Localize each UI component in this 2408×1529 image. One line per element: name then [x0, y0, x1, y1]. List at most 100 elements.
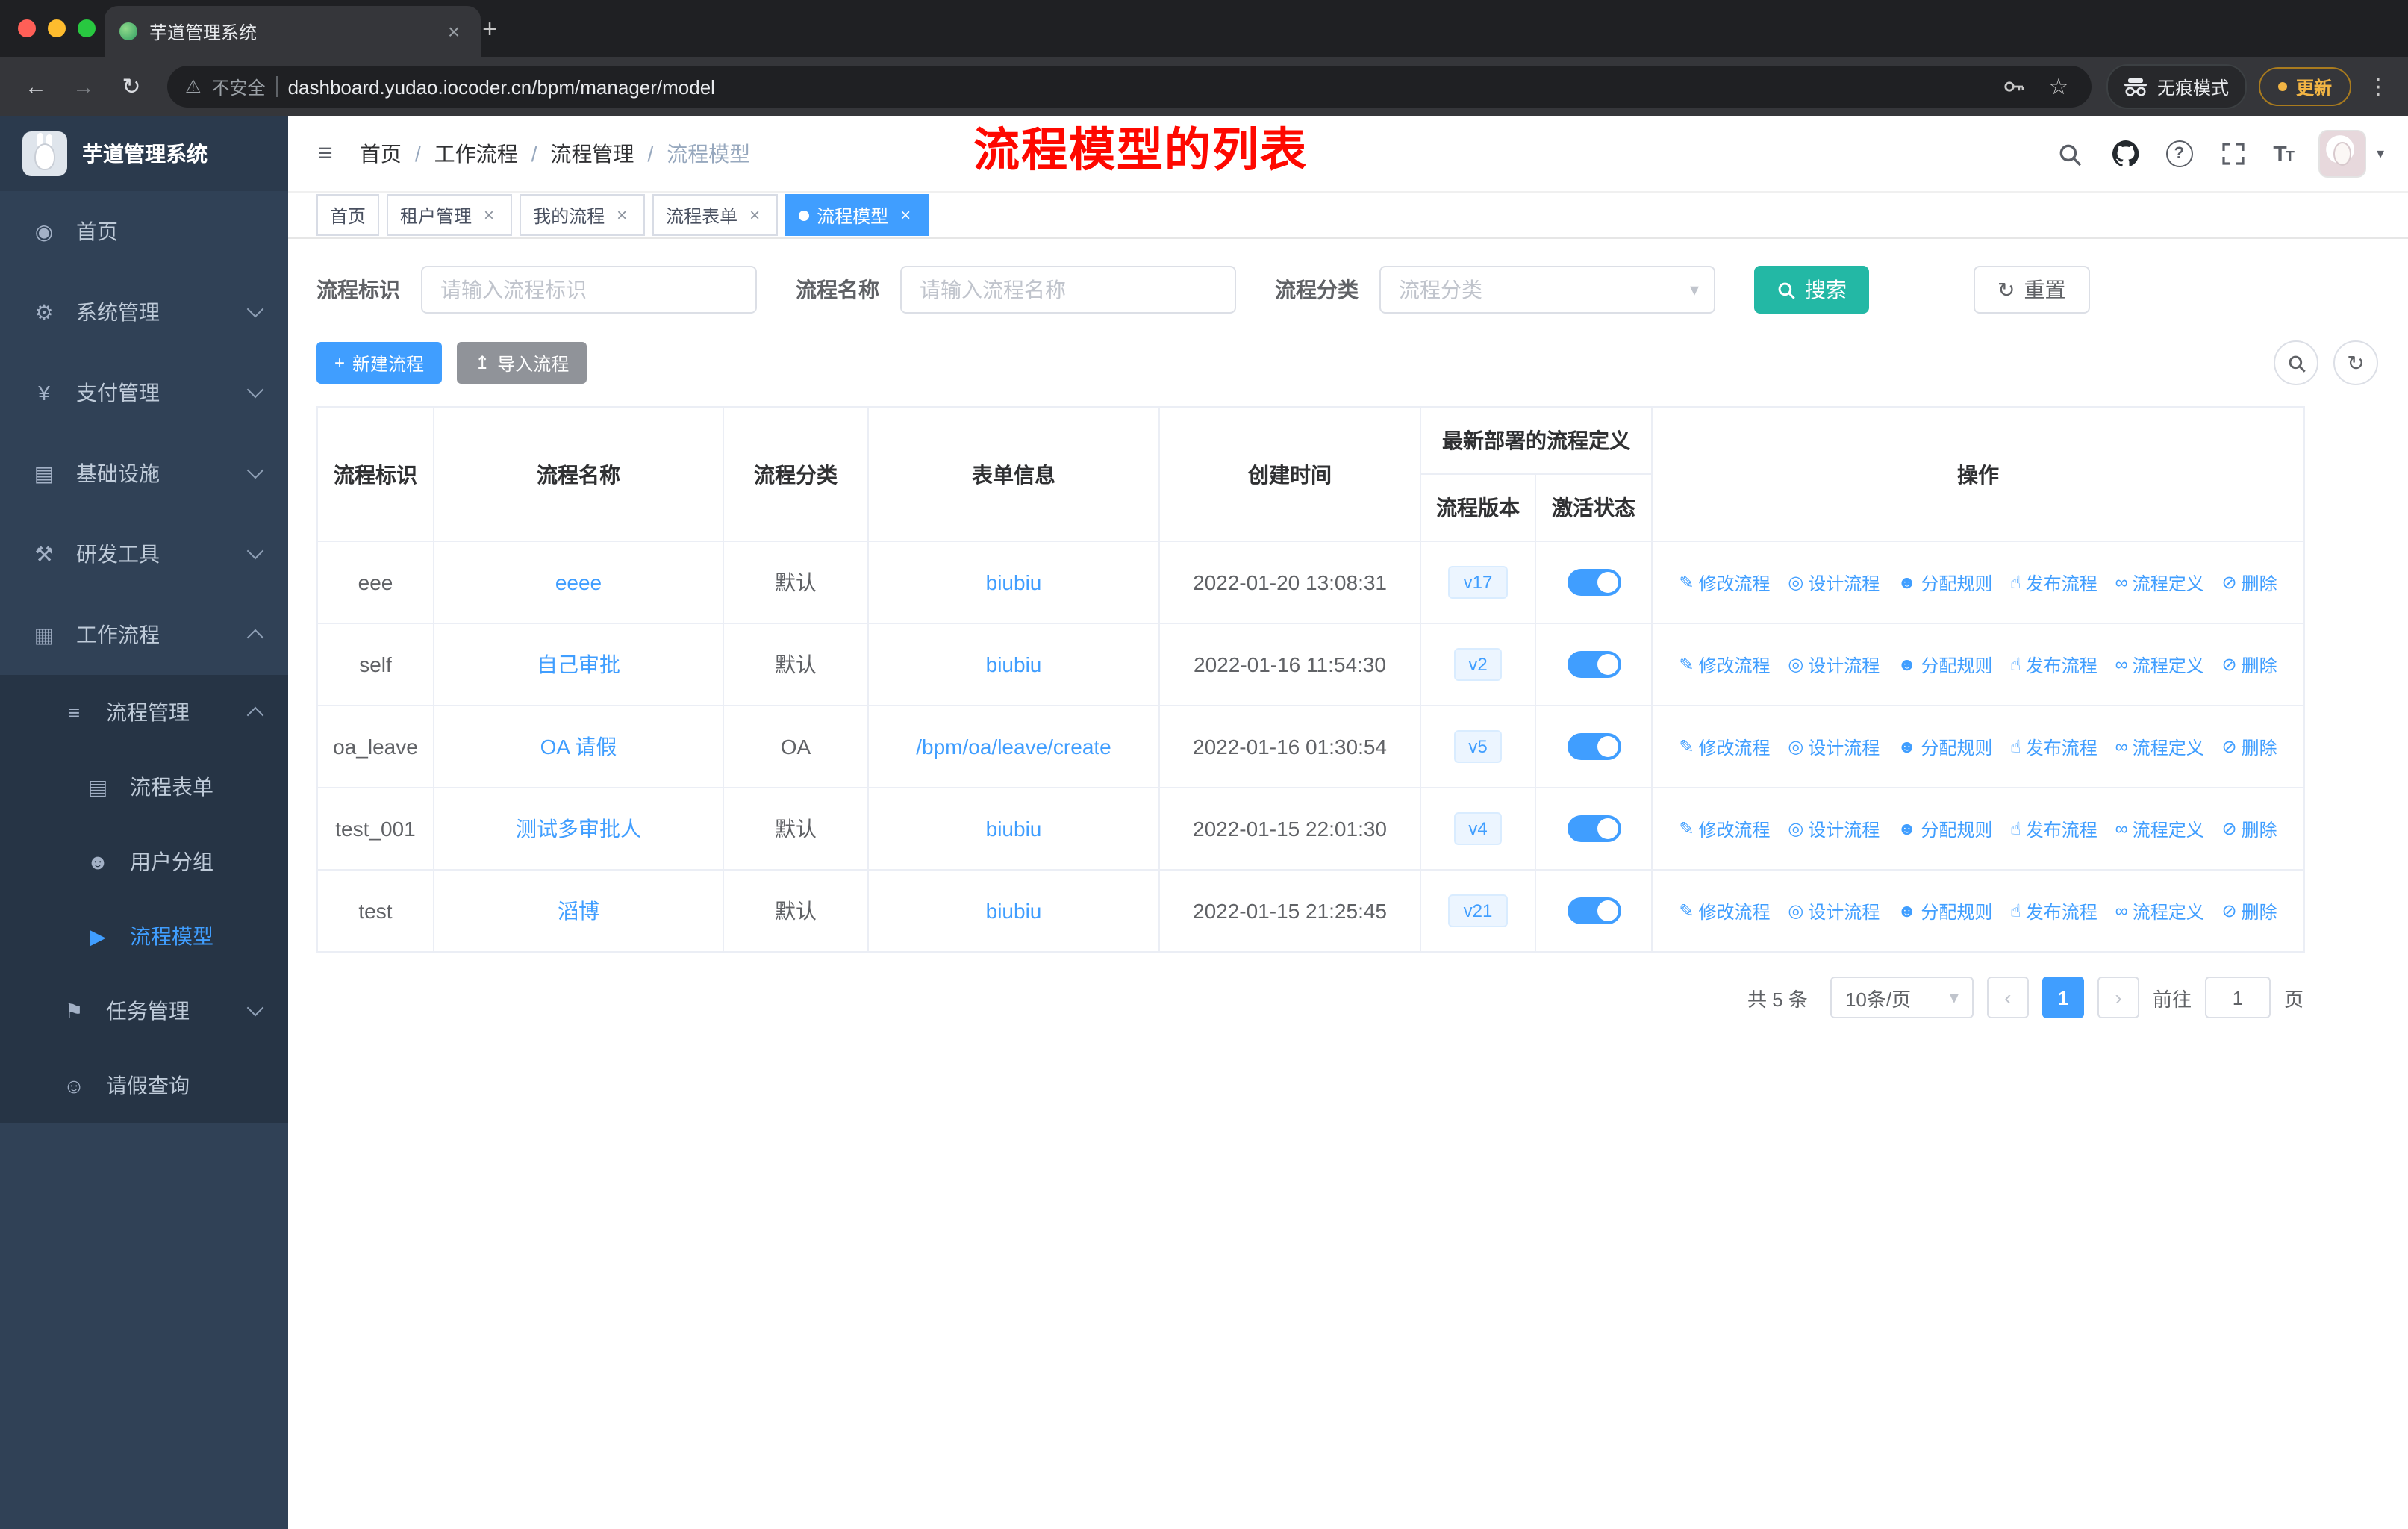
avatar[interactable] — [2318, 130, 2366, 178]
help-icon[interactable]: ? — [2165, 140, 2193, 167]
assign-rule-link[interactable]: ☻ 分配规则 — [1897, 817, 1992, 842]
process-definition-link[interactable]: ∞ 流程定义 — [2115, 653, 2204, 678]
edit-process-link[interactable]: ✎ 修改流程 — [1679, 570, 1770, 596]
process-category-select[interactable]: 流程分类 ▾ — [1379, 266, 1715, 314]
tag-close-icon[interactable]: × — [479, 205, 499, 225]
process-name-link[interactable]: eeee — [555, 570, 602, 594]
sidebar-item-system[interactable]: ⚙ 系统管理 — [0, 272, 288, 352]
close-window-button[interactable] — [18, 19, 36, 37]
edit-process-link[interactable]: ✎ 修改流程 — [1679, 899, 1770, 924]
goto-page-input[interactable] — [2204, 977, 2271, 1018]
delete-link[interactable]: ⊘ 删除 — [2222, 735, 2277, 760]
import-process-button[interactable]: ↥ 导入流程 — [457, 342, 587, 384]
process-key-input[interactable] — [421, 266, 757, 314]
design-process-link[interactable]: ◎ 设计流程 — [1788, 817, 1880, 842]
design-process-link[interactable]: ◎ 设计流程 — [1788, 899, 1880, 924]
publish-process-link[interactable]: ☝ 发布流程 — [2010, 899, 2097, 924]
sidebar-logo[interactable]: 芋道管理系统 — [0, 116, 288, 191]
url-text[interactable]: dashboard.yudao.iocoder.cn/bpm/manager/m… — [288, 75, 1989, 98]
active-toggle[interactable] — [1567, 815, 1621, 843]
maximize-window-button[interactable] — [78, 19, 96, 37]
process-name-link[interactable]: 自己审批 — [537, 653, 620, 676]
active-toggle[interactable] — [1567, 569, 1621, 597]
font-size-icon[interactable]: TT — [2273, 141, 2295, 166]
tag-close-icon[interactable]: × — [896, 205, 915, 225]
sidebar-item-user-group[interactable]: ☻ 用户分组 — [0, 824, 288, 899]
password-key-icon[interactable] — [1999, 72, 2029, 102]
process-definition-link[interactable]: ∞ 流程定义 — [2115, 735, 2204, 760]
refresh-table-button[interactable]: ↻ — [2333, 340, 2378, 385]
publish-process-link[interactable]: ☝ 发布流程 — [2010, 570, 2097, 596]
back-icon[interactable]: ← — [15, 66, 57, 108]
next-page-button[interactable]: › — [2097, 977, 2139, 1018]
search-button[interactable]: 搜索 — [1754, 266, 1869, 314]
prev-page-button[interactable]: ‹ — [1986, 977, 2029, 1018]
assign-rule-link[interactable]: ☻ 分配规则 — [1897, 570, 1992, 596]
design-process-link[interactable]: ◎ 设计流程 — [1788, 570, 1880, 596]
assign-rule-link[interactable]: ☻ 分配规则 — [1897, 735, 1992, 760]
address-bar[interactable]: ⚠ 不安全 dashboard.yudao.iocoder.cn/bpm/man… — [167, 66, 2092, 108]
active-toggle[interactable] — [1567, 897, 1621, 925]
delete-link[interactable]: ⊘ 删除 — [2222, 899, 2277, 924]
tag-tenant[interactable]: 租户管理 × — [387, 194, 513, 236]
tag-my-process[interactable]: 我的流程 × — [520, 194, 646, 236]
toggle-search-button[interactable] — [2274, 340, 2318, 385]
edit-process-link[interactable]: ✎ 修改流程 — [1679, 817, 1770, 842]
delete-link[interactable]: ⊘ 删除 — [2222, 570, 2277, 596]
process-definition-link[interactable]: ∞ 流程定义 — [2115, 817, 2204, 842]
edit-process-link[interactable]: ✎ 修改流程 — [1679, 735, 1770, 760]
process-name-link[interactable]: 测试多审批人 — [516, 817, 641, 841]
tag-process-model[interactable]: 流程模型 × — [785, 194, 929, 236]
form-info-link[interactable]: biubiu — [986, 817, 1042, 841]
process-name-link[interactable]: OA 请假 — [540, 735, 617, 759]
breadcrumb-item[interactable]: 首页 — [360, 139, 402, 169]
form-info-link[interactable]: /bpm/oa/leave/create — [916, 735, 1111, 759]
design-process-link[interactable]: ◎ 设计流程 — [1788, 735, 1880, 760]
delete-link[interactable]: ⊘ 删除 — [2222, 817, 2277, 842]
tab-close-icon[interactable]: × — [442, 19, 466, 43]
sidebar-item-leave-query[interactable]: ☺ 请假查询 — [0, 1048, 288, 1123]
tag-close-icon[interactable]: × — [612, 205, 631, 225]
reload-icon[interactable]: ↻ — [110, 66, 152, 108]
tag-home[interactable]: 首页 — [316, 194, 380, 236]
page-size-select[interactable]: 10条/页 ▾ — [1830, 977, 1974, 1018]
breadcrumb-item[interactable]: 流程管理 — [550, 139, 634, 169]
process-name-link[interactable]: 滔博 — [558, 899, 599, 923]
sidebar-item-task-management[interactable]: ⚑ 任务管理 — [0, 974, 288, 1048]
design-process-link[interactable]: ◎ 设计流程 — [1788, 653, 1880, 678]
sidebar-item-process-model[interactable]: ▶ 流程模型 — [0, 899, 288, 974]
form-info-link[interactable]: biubiu — [986, 899, 1042, 923]
process-definition-link[interactable]: ∞ 流程定义 — [2115, 570, 2204, 596]
github-icon[interactable] — [2110, 139, 2140, 169]
publish-process-link[interactable]: ☝ 发布流程 — [2010, 653, 2097, 678]
process-name-input[interactable] — [900, 266, 1236, 314]
publish-process-link[interactable]: ☝ 发布流程 — [2010, 735, 2097, 760]
avatar-caret-icon[interactable]: ▾ — [2377, 146, 2384, 162]
delete-link[interactable]: ⊘ 删除 — [2222, 653, 2277, 678]
tag-process-form[interactable]: 流程表单 × — [652, 194, 779, 236]
edit-process-link[interactable]: ✎ 修改流程 — [1679, 653, 1770, 678]
minimize-window-button[interactable] — [48, 19, 66, 37]
sidebar-item-workflow[interactable]: ▦ 工作流程 — [0, 594, 288, 675]
process-definition-link[interactable]: ∞ 流程定义 — [2115, 899, 2204, 924]
browser-menu-icon[interactable]: ⋮ — [2363, 73, 2393, 100]
publish-process-link[interactable]: ☝ 发布流程 — [2010, 817, 2097, 842]
sidebar-item-infrastructure[interactable]: ▤ 基础设施 — [0, 433, 288, 514]
sidebar-item-process-form[interactable]: ▤ 流程表单 — [0, 750, 288, 824]
page-number-button[interactable]: 1 — [2042, 977, 2084, 1018]
browser-tab[interactable]: 芋道管理系统 × — [105, 6, 481, 57]
new-tab-button[interactable]: + — [472, 13, 508, 46]
sidebar-collapse-icon[interactable]: ≡ — [312, 139, 339, 169]
forward-icon[interactable]: → — [63, 66, 105, 108]
assign-rule-link[interactable]: ☻ 分配规则 — [1897, 653, 1992, 678]
bookmark-star-icon[interactable]: ☆ — [2044, 72, 2074, 102]
sidebar-item-process-management[interactable]: ≡ 流程管理 — [0, 675, 288, 750]
form-info-link[interactable]: biubiu — [986, 653, 1042, 676]
sidebar-item-home[interactable]: ◉ 首页 — [0, 191, 288, 272]
assign-rule-link[interactable]: ☻ 分配规则 — [1897, 899, 1992, 924]
reset-button[interactable]: ↻ 重置 — [1974, 266, 2090, 314]
sidebar-item-devtools[interactable]: ⚒ 研发工具 — [0, 514, 288, 594]
create-process-button[interactable]: + 新建流程 — [316, 342, 443, 384]
breadcrumb-item[interactable]: 工作流程 — [434, 139, 518, 169]
browser-update-button[interactable]: 更新 — [2258, 67, 2351, 106]
